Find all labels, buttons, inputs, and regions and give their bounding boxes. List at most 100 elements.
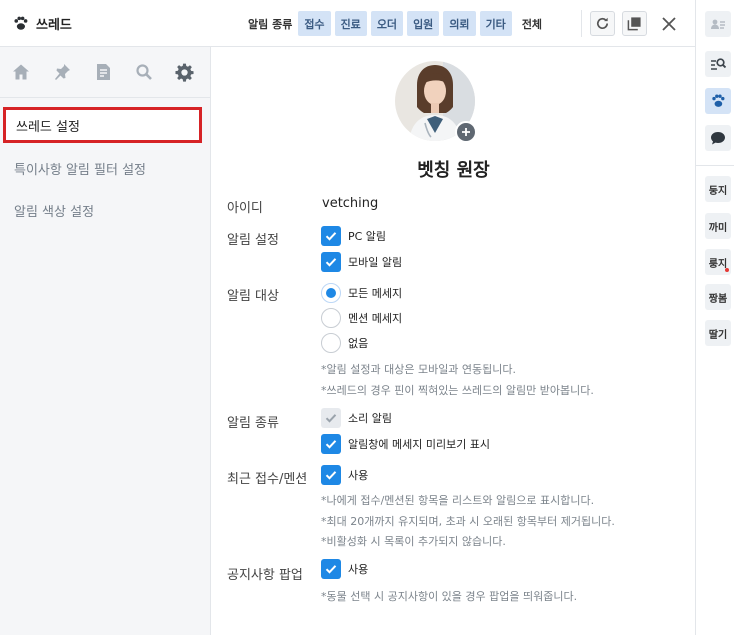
pet-tab[interactable]: 까미 bbox=[705, 213, 731, 239]
check-icon bbox=[325, 565, 337, 574]
alert-target-note: *알림 설정과 대상은 모바일과 연동됩니다. bbox=[321, 363, 517, 376]
check-icon bbox=[325, 232, 337, 241]
recent-note: *나에게 접수/멘션된 항목을 리스트와 알림으로 표시합니다. bbox=[321, 494, 595, 507]
chat-button[interactable] bbox=[705, 125, 731, 151]
sound-alert-checkbox bbox=[321, 408, 341, 428]
thread-button[interactable] bbox=[705, 88, 731, 114]
sidebar-nav-icons bbox=[0, 47, 210, 98]
target-none-radio[interactable] bbox=[321, 333, 341, 353]
filter-label: 알림 종류 bbox=[248, 17, 293, 31]
refresh-icon bbox=[597, 17, 609, 29]
sound-alert-option: 소리 알림 bbox=[321, 408, 392, 428]
preview-message-checkbox[interactable] bbox=[321, 434, 341, 454]
check-icon bbox=[325, 258, 337, 267]
filter-chip-treatment[interactable]: 진료 bbox=[334, 11, 367, 36]
filter-all-button[interactable]: 전체 bbox=[522, 16, 542, 32]
change-photo-button[interactable] bbox=[455, 121, 477, 143]
right-rail: 둥지 까미 룽지 짱봄 딸기 bbox=[695, 0, 734, 635]
pet-tab[interactable]: 짱봄 bbox=[705, 284, 731, 310]
app-title: 쓰레드 bbox=[36, 17, 72, 33]
mobile-alert-checkbox[interactable] bbox=[321, 252, 341, 272]
target-none-option[interactable]: 없음 bbox=[321, 333, 368, 353]
notice-popup-note: *동물 선택 시 공지사항이 있을 경우 팝업을 띄워줍니다. bbox=[321, 590, 578, 603]
filter-chip-reception[interactable]: 접수 bbox=[298, 11, 331, 36]
alert-target-note: *쓰레드의 경우 핀이 찍혀있는 쓰레드의 알림만 받아봅니다. bbox=[321, 384, 594, 397]
gear-icon bbox=[175, 63, 194, 82]
toolbar-divider bbox=[581, 10, 582, 37]
notice-popup-option[interactable]: 사용 bbox=[321, 559, 368, 579]
close-button[interactable] bbox=[656, 11, 681, 36]
recent-use-label: 사용 bbox=[348, 469, 369, 482]
pet-tab-with-alert[interactable]: 룽지 bbox=[705, 249, 731, 275]
filter-chip-admission[interactable]: 입원 bbox=[407, 11, 440, 36]
alert-target-label: 알림 대상 bbox=[227, 289, 279, 304]
notes-nav[interactable] bbox=[82, 47, 123, 98]
target-all-messages-label: 모든 메세지 bbox=[348, 287, 403, 300]
rail-divider bbox=[696, 165, 734, 166]
contact-card-icon bbox=[711, 19, 725, 29]
close-icon bbox=[661, 16, 676, 31]
new-window-button[interactable] bbox=[622, 11, 647, 36]
mobile-alert-option[interactable]: 모바일 알림 bbox=[321, 252, 402, 272]
target-none-label: 없음 bbox=[348, 337, 369, 350]
refresh-button[interactable] bbox=[590, 11, 615, 36]
pin-nav[interactable] bbox=[41, 47, 82, 98]
notice-popup-checkbox[interactable] bbox=[321, 559, 341, 579]
notice-popup-label: 공지사항 팝업 bbox=[227, 568, 303, 583]
id-label: 아이디 bbox=[227, 201, 263, 216]
preview-message-option[interactable]: 알림창에 메세지 미리보기 표시 bbox=[321, 434, 490, 454]
pin-icon bbox=[54, 64, 70, 80]
filter-chip-other[interactable]: 기타 bbox=[479, 11, 512, 36]
recent-label: 최근 접수/멘션 bbox=[227, 472, 308, 487]
preview-message-label: 알림창에 메세지 미리보기 표시 bbox=[348, 438, 491, 451]
sidebar-item-alert-colors[interactable]: 알림 색상 설정 bbox=[0, 189, 211, 231]
recent-use-option[interactable]: 사용 bbox=[321, 465, 368, 485]
sound-alert-label: 소리 알림 bbox=[348, 412, 392, 425]
app-header: 쓰레드 bbox=[0, 14, 72, 33]
unread-dot bbox=[725, 268, 729, 272]
pet-tab[interactable]: 딸기 bbox=[705, 320, 731, 346]
recent-use-checkbox[interactable] bbox=[321, 465, 341, 485]
pc-alert-label: PC 알림 bbox=[348, 230, 387, 243]
alert-settings-label: 알림 설정 bbox=[227, 233, 279, 248]
paw-icon bbox=[14, 16, 28, 30]
settings-nav[interactable] bbox=[164, 47, 205, 98]
recent-note: *최대 20개까지 유지되며, 초과 시 오래된 항목부터 제거됩니다. bbox=[321, 515, 615, 528]
search-nav[interactable] bbox=[123, 47, 164, 98]
notes-icon bbox=[96, 64, 110, 80]
home-nav[interactable] bbox=[0, 47, 41, 98]
contacts-button[interactable] bbox=[705, 11, 731, 37]
id-value: vetching bbox=[322, 196, 379, 211]
search-list-button[interactable] bbox=[705, 51, 731, 77]
filter-chip-order[interactable]: 오더 bbox=[370, 11, 404, 36]
recent-note: *비활성화 시 목록이 추가되지 않습니다. bbox=[321, 535, 506, 548]
target-all-messages-radio[interactable] bbox=[321, 283, 341, 303]
alert-type-filter: 알림 종류 접수 진료 오더 입원 의뢰 기타 전체 bbox=[248, 11, 542, 36]
filter-chip-referral[interactable]: 의뢰 bbox=[443, 11, 476, 36]
sidebar-item-thread-settings[interactable]: 쓰레드 설정 bbox=[3, 107, 202, 143]
pc-alert-option[interactable]: PC 알림 bbox=[321, 226, 386, 246]
chat-bubble-icon bbox=[711, 132, 725, 145]
target-all-messages-option[interactable]: 모든 메세지 bbox=[321, 283, 402, 303]
settings-content: 벳칭 원장 아이디 vetching 알림 설정 PC 알림 모바일 알림 알림… bbox=[212, 47, 695, 635]
home-icon bbox=[12, 64, 29, 80]
target-mention-radio[interactable] bbox=[321, 308, 341, 328]
notice-popup-use-label: 사용 bbox=[348, 563, 369, 576]
list-search-icon bbox=[711, 58, 726, 70]
windows-icon bbox=[627, 17, 641, 31]
plus-icon bbox=[462, 128, 470, 136]
mobile-alert-label: 모바일 알림 bbox=[348, 256, 403, 269]
pet-tab[interactable]: 둥지 bbox=[705, 176, 731, 202]
paw-icon bbox=[712, 94, 725, 107]
top-bar: 쓰레드 알림 종류 접수 진료 오더 입원 의뢰 기타 전체 bbox=[0, 0, 695, 47]
check-icon bbox=[325, 471, 337, 480]
pc-alert-checkbox[interactable] bbox=[321, 226, 341, 246]
sidebar-item-notice-filter[interactable]: 특이사항 알림 필터 설정 bbox=[0, 147, 211, 189]
check-icon bbox=[325, 440, 337, 449]
pet-tab-label: 룽지 bbox=[708, 258, 728, 270]
profile-name: 벳칭 원장 bbox=[417, 160, 490, 181]
check-icon bbox=[325, 414, 337, 423]
target-mention-option[interactable]: 멘션 메세지 bbox=[321, 308, 402, 328]
settings-sidebar: 쓰레드 설정 특이사항 알림 필터 설정 알림 색상 설정 bbox=[0, 47, 211, 635]
alert-type-label: 알림 종류 bbox=[227, 416, 279, 431]
